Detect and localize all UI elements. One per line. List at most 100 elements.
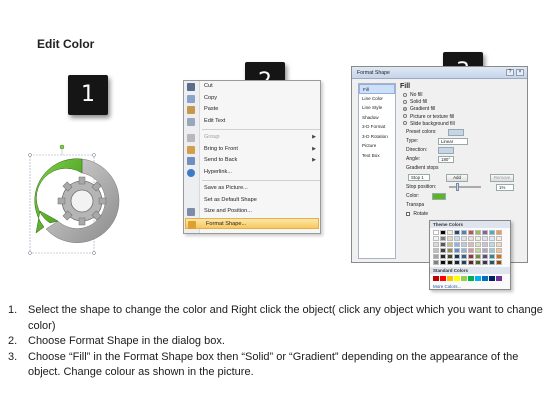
color-swatch[interactable] [461,230,467,235]
color-swatch[interactable] [468,276,474,281]
preset-colors-dropdown[interactable] [448,128,464,136]
color-swatch[interactable] [482,276,488,281]
menu-item-hyperlink[interactable]: Hyperlink... [184,167,320,179]
color-swatch[interactable] [447,242,453,247]
color-swatch[interactable] [447,236,453,241]
radio-no-fill[interactable]: No fill [400,92,523,99]
radio-solid-fill[interactable]: Solid fill [400,99,523,106]
color-swatch[interactable] [482,248,488,253]
color-swatch[interactable] [461,242,467,247]
color-swatch[interactable] [496,254,502,259]
more-colors-link[interactable]: More Colors... [430,283,510,290]
menu-item-set-default-shape[interactable]: Set as Default Shape [184,195,320,207]
color-swatch[interactable] [454,230,460,235]
color-swatch[interactable] [440,276,446,281]
color-swatch[interactable] [433,254,439,259]
color-swatch[interactable] [482,242,488,247]
sidebar-item-picture[interactable]: Picture [359,141,395,151]
color-swatch[interactable] [475,254,481,259]
color-swatch[interactable] [440,248,446,253]
color-swatch[interactable] [468,260,474,265]
sidebar-item-fill[interactable]: Fill [359,84,395,94]
menu-item-size-position[interactable]: Size and Position... [184,206,320,218]
color-swatch[interactable] [489,276,495,281]
slider-thumb[interactable] [456,182,459,191]
color-swatch[interactable] [475,260,481,265]
menu-item-bring-to-front[interactable]: Bring to Front ▶ [184,144,320,156]
color-swatch[interactable] [496,230,502,235]
color-swatch[interactable] [447,248,453,253]
radio-slide-background-fill[interactable]: Slide background fill [400,121,523,128]
color-swatch[interactable] [482,236,488,241]
color-swatch[interactable] [496,276,502,281]
radio-gradient-fill[interactable]: Gradient fill [400,106,523,113]
color-swatch[interactable] [496,260,502,265]
color-swatch[interactable] [468,242,474,247]
color-swatch[interactable] [461,248,467,253]
menu-item-edit-text[interactable]: Edit Text [184,116,320,128]
color-swatch[interactable] [447,260,453,265]
sidebar-item-line-style[interactable]: Line Style [359,103,395,113]
color-swatch[interactable] [433,242,439,247]
color-swatch[interactable] [468,248,474,253]
color-swatch[interactable] [440,230,446,235]
cycle-gear-graphic[interactable] [22,141,142,261]
sidebar-item-text-box[interactable]: Text Box [359,151,395,161]
color-swatch[interactable] [489,230,495,235]
color-swatch[interactable] [475,236,481,241]
color-swatch[interactable] [461,276,467,281]
stop-position-slider[interactable] [449,185,481,188]
color-swatch[interactable] [468,236,474,241]
remove-stop-button[interactable]: Remove [490,173,514,182]
color-swatch[interactable] [496,242,502,247]
stop-select[interactable]: Stop 1 [408,173,430,181]
color-swatch[interactable] [433,230,439,235]
rotate-checkbox[interactable] [406,211,410,216]
menu-item-group[interactable]: Group ▶ [184,132,320,144]
color-swatch[interactable] [461,236,467,241]
color-swatch[interactable] [454,254,460,259]
menu-item-cut[interactable]: Cut [184,81,320,93]
color-swatch[interactable] [440,242,446,247]
color-swatch[interactable] [482,254,488,259]
color-swatch[interactable] [489,236,495,241]
menu-item-format-shape[interactable]: Format Shape... [185,217,319,229]
color-swatch[interactable] [433,236,439,241]
menu-item-save-as-picture[interactable]: Save as Picture... [184,183,320,195]
type-select[interactable]: Linear [438,137,468,145]
color-swatch[interactable] [433,276,439,281]
sidebar-item-shadow[interactable]: Shadow [359,113,395,123]
color-swatch[interactable] [440,260,446,265]
color-swatch[interactable] [475,230,481,235]
color-swatch[interactable] [468,230,474,235]
color-swatch[interactable] [496,236,502,241]
color-swatch[interactable] [440,254,446,259]
color-swatch[interactable] [496,248,502,253]
color-swatch[interactable] [454,260,460,265]
color-swatch[interactable] [475,242,481,247]
color-swatch[interactable] [454,276,460,281]
help-icon[interactable]: ? [506,69,514,76]
sidebar-item-3d-rotation[interactable]: 3-D Rotation [359,132,395,142]
color-swatch[interactable] [475,276,481,281]
selected-shape[interactable] [22,141,142,261]
color-swatch[interactable] [440,236,446,241]
sidebar-item-line-color[interactable]: Line Color [359,94,395,104]
direction-dropdown[interactable] [438,146,454,154]
color-swatch[interactable] [461,260,467,265]
color-swatch[interactable] [468,254,474,259]
color-swatch[interactable] [447,230,453,235]
color-swatch[interactable] [489,254,495,259]
color-swatch[interactable] [454,242,460,247]
close-icon[interactable]: × [516,69,524,76]
stop-position-input[interactable]: 1% [496,183,514,191]
color-swatch[interactable] [482,230,488,235]
dialog-titlebar[interactable]: Format Shape ? × [352,67,527,79]
add-stop-button[interactable]: Add [446,173,468,182]
color-swatch[interactable] [489,248,495,253]
color-swatch[interactable] [482,260,488,265]
menu-item-send-to-back[interactable]: Send to Back ▶ [184,155,320,167]
menu-item-paste[interactable]: Paste [184,104,320,116]
menu-item-copy[interactable]: Copy [184,93,320,105]
color-picker-button[interactable] [432,192,446,200]
